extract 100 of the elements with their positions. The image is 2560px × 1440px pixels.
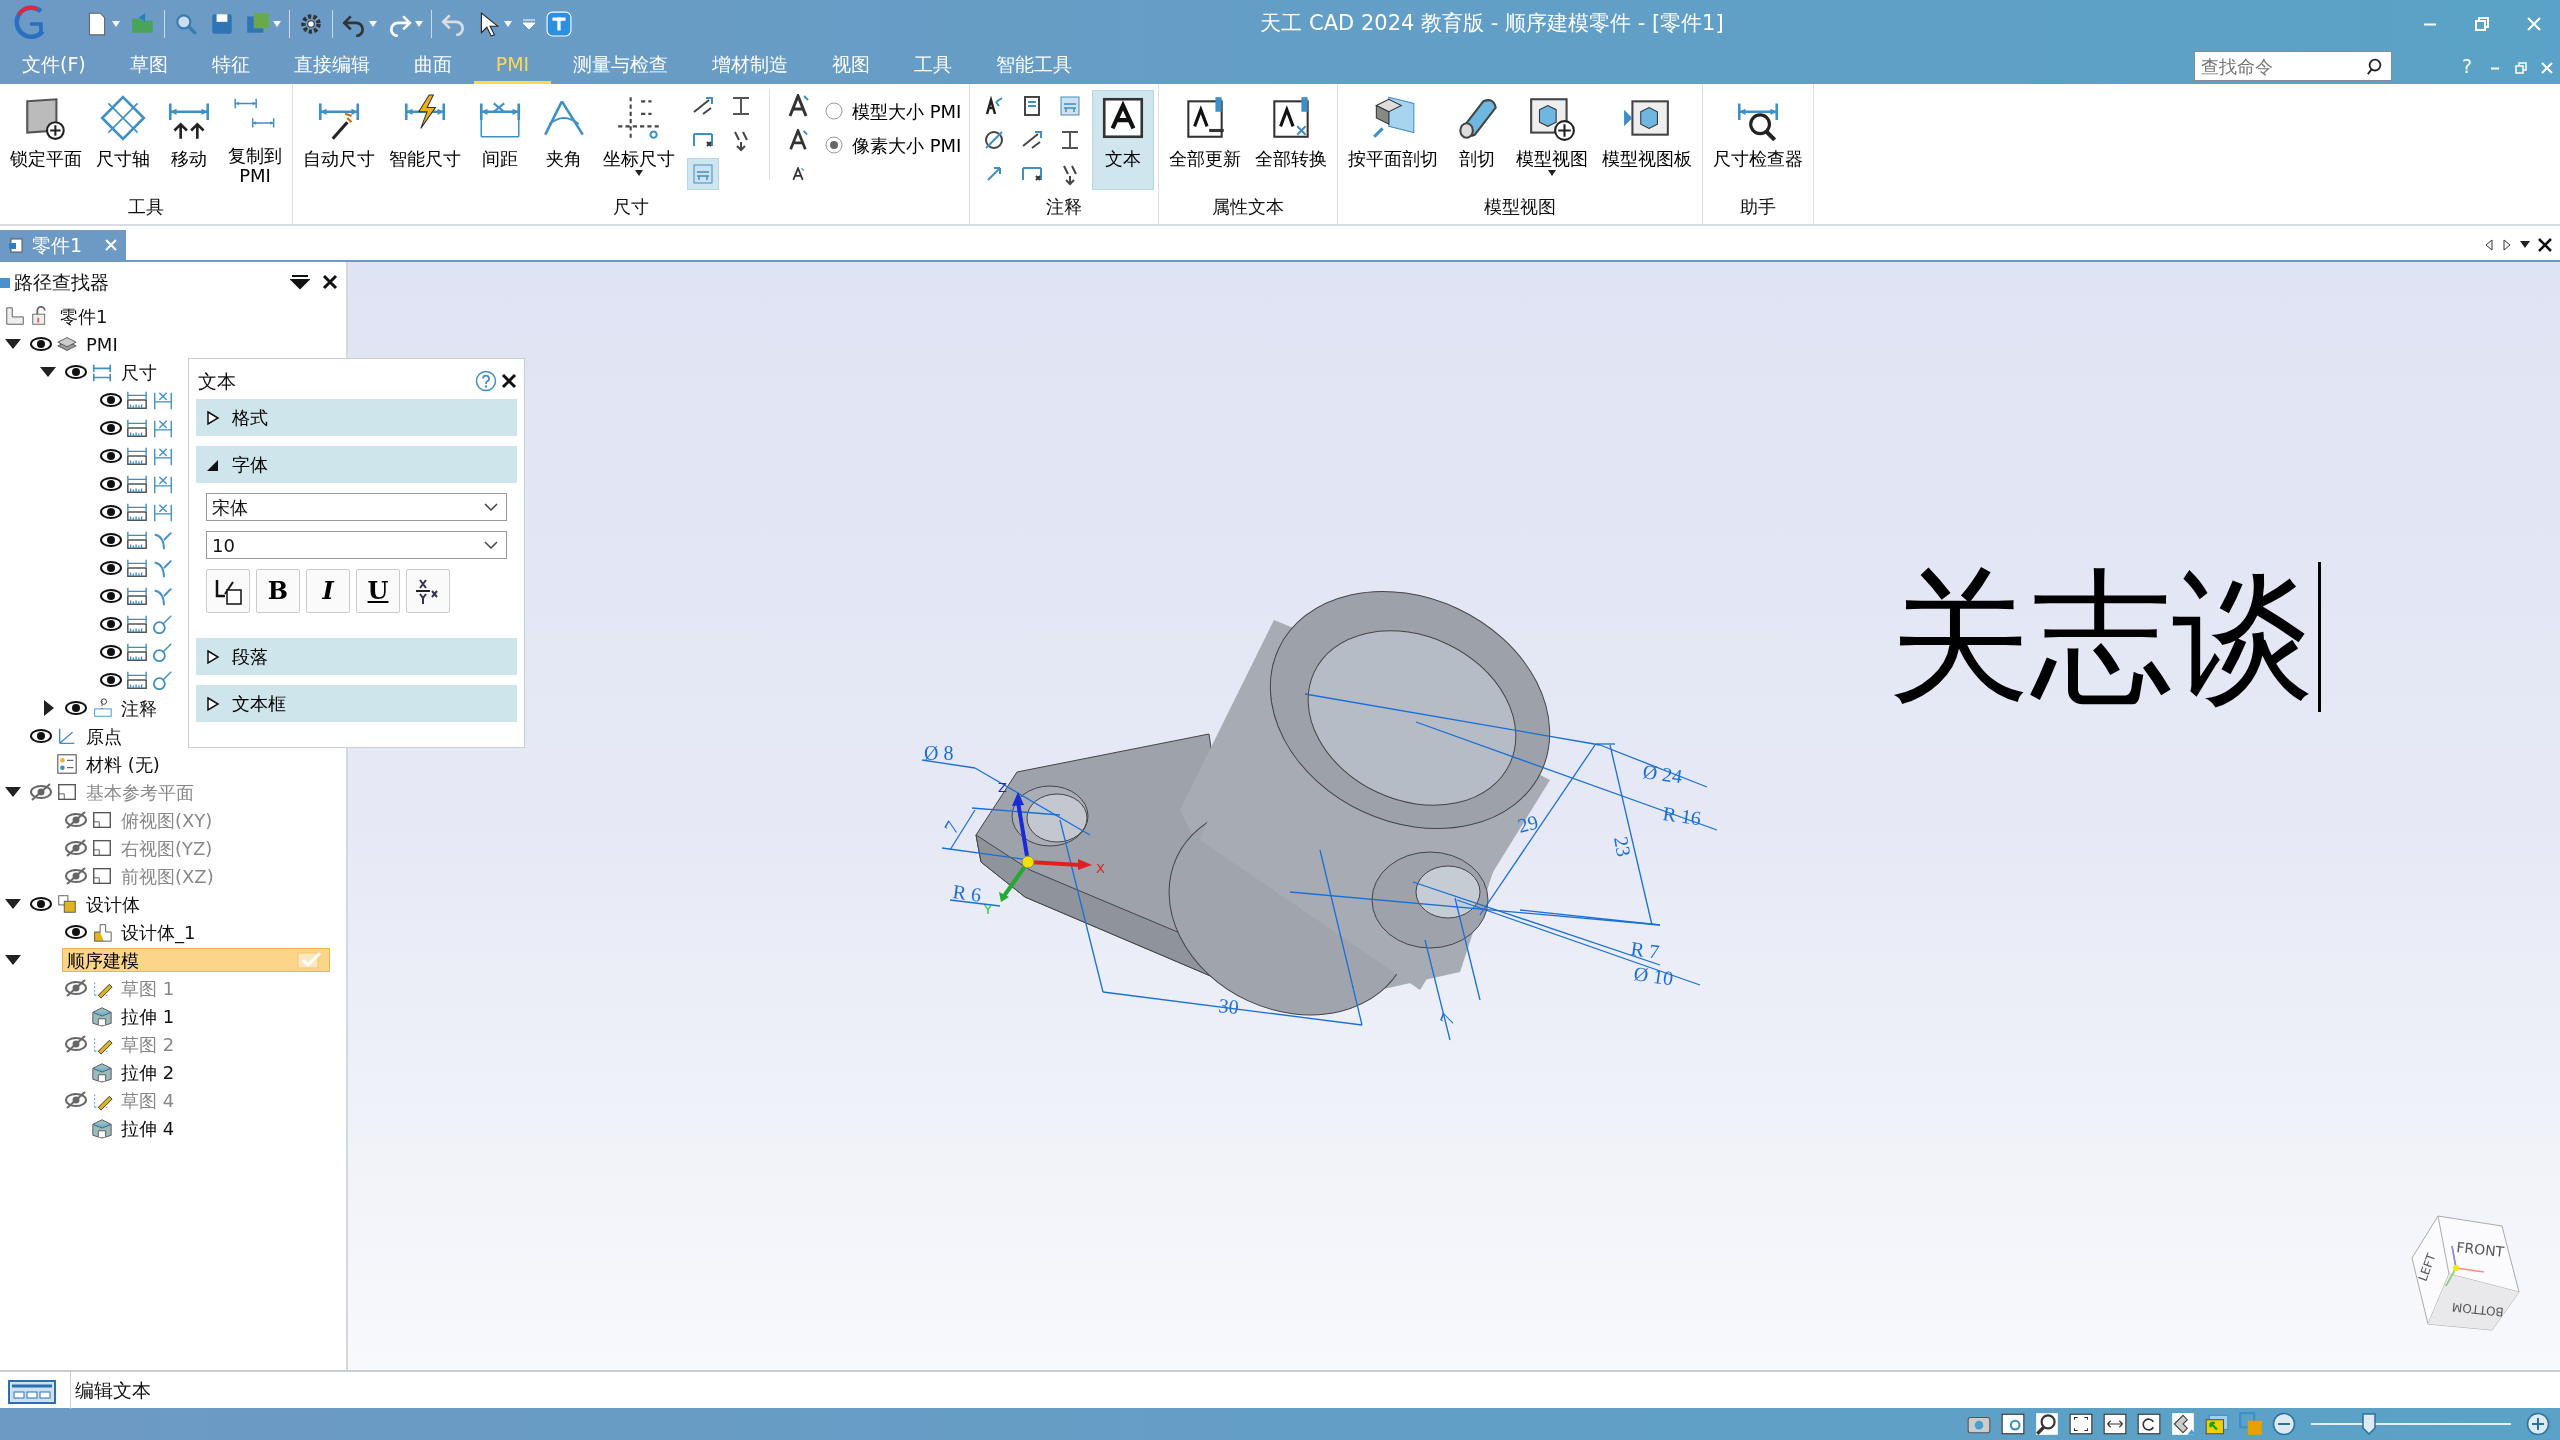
ribbon-button[interactable]: 文本 xyxy=(1092,90,1155,190)
ribbon-button[interactable]: 智能尺寸 xyxy=(383,90,467,190)
group-label: 助手 xyxy=(1739,195,1778,219)
ruler-icon xyxy=(126,585,148,607)
tree-item[interactable]: 草图 2 xyxy=(119,1030,177,1058)
italic-button[interactable]: I xyxy=(306,569,350,613)
ribbon-button[interactable]: 自动尺寸 xyxy=(297,90,381,190)
ribbon-button[interactable]: 坐标尺寸 xyxy=(597,90,681,190)
solid-icon xyxy=(91,1005,113,1027)
view-tool-button[interactable] xyxy=(2136,1411,2162,1437)
tree-item[interactable]: 右视图(YZ) xyxy=(119,834,215,862)
pin-icon xyxy=(290,272,310,292)
group-label: 尺寸 xyxy=(612,195,651,219)
dimension-label: Ø 24 xyxy=(1641,760,1684,788)
font-size-icon xyxy=(786,94,810,118)
part-file-icon xyxy=(8,237,24,253)
tree-item[interactable]: 尺寸 xyxy=(119,358,159,386)
ribbon-button[interactable]: 移动 xyxy=(158,90,220,190)
ruler-icon xyxy=(126,557,148,579)
check-icon xyxy=(297,950,323,970)
tree-item[interactable]: 顺序建模 xyxy=(62,948,330,972)
tree-item[interactable]: 草图 4 xyxy=(119,1086,177,1114)
window-zoom-icon xyxy=(2000,1411,2026,1437)
view-tool-button[interactable] xyxy=(2000,1411,2026,1437)
dimension-label: 23 xyxy=(1610,834,1636,859)
zoom-out-button[interactable] xyxy=(2272,1412,2296,1436)
ribbon-button[interactable]: 全部更新 xyxy=(1163,90,1248,190)
ribbon-button[interactable]: 模型视图 xyxy=(1510,90,1595,190)
tree-item[interactable]: 拉伸 4 xyxy=(119,1114,177,1142)
ruler-icon xyxy=(126,529,148,551)
caret-icon xyxy=(2520,241,2530,249)
close-icon xyxy=(2526,16,2542,32)
slider-thumb[interactable] xyxy=(2361,1413,2376,1435)
view-tool-button[interactable] xyxy=(2034,1411,2060,1437)
ribbon-button[interactable]: 模型视图板 xyxy=(1596,90,1699,190)
tree-item[interactable]: 材料 (无) xyxy=(84,750,162,778)
panel-title: 文本 xyxy=(198,368,236,394)
leader-icon xyxy=(1020,128,1045,152)
help-icon xyxy=(475,370,497,392)
tree-item[interactable]: PMI xyxy=(84,330,120,358)
char-style-button[interactable] xyxy=(206,569,250,613)
plus-icon xyxy=(2526,1412,2550,1436)
ribbon-button[interactable]: 间距 xyxy=(469,90,531,190)
layers-icon xyxy=(2238,1411,2264,1437)
size-dropdown[interactable]: 10 xyxy=(206,531,507,559)
window-title: 天工 CAD 2024 教育版 - 顺序建模零件 - [零件1] xyxy=(1259,10,1725,38)
ribbon-button[interactable]: 复制到 PMI xyxy=(222,90,288,190)
tree-item[interactable]: 设计体 xyxy=(84,890,142,918)
font-size-icon xyxy=(787,129,809,151)
radio-option[interactable]: 像素大小 PMI xyxy=(820,128,966,162)
tree-item[interactable]: 前视图(XZ) xyxy=(119,862,216,890)
ribbon-button[interactable]: 尺寸轴 xyxy=(90,90,156,190)
circle-icon xyxy=(152,613,174,635)
group-label: 模型视图 xyxy=(1483,195,1558,219)
plane-icon xyxy=(91,809,113,831)
tree-item[interactable]: 零件1 xyxy=(58,302,110,330)
plane-icon xyxy=(56,781,78,803)
tree-item[interactable]: 草图 1 xyxy=(119,974,177,1002)
section-header[interactable]: 段落 xyxy=(196,638,517,675)
ruler-icon xyxy=(126,613,148,635)
section-header[interactable]: 格式 xyxy=(196,399,517,436)
minimize-icon xyxy=(2422,22,2438,26)
arc-icon xyxy=(152,557,174,579)
panel-title: 路径查找器 xyxy=(14,269,110,295)
font-dropdown[interactable]: 宋体 xyxy=(206,493,507,521)
underline-button[interactable]: U xyxy=(356,569,400,613)
search-field[interactable]: 查找命令 xyxy=(2193,51,2392,81)
fit-icon xyxy=(2068,1411,2094,1437)
tree-item[interactable]: 注释 xyxy=(119,694,159,722)
view-tool-button[interactable] xyxy=(2068,1411,2094,1437)
section-header[interactable]: 文本框 xyxy=(196,685,517,722)
tree-item[interactable]: 拉伸 2 xyxy=(119,1058,177,1086)
tree-item[interactable]: 拉伸 1 xyxy=(119,1002,177,1030)
chevron-icon xyxy=(484,540,498,550)
view-tool-button[interactable] xyxy=(2102,1411,2128,1437)
tree-item[interactable]: 俯视图(XY) xyxy=(119,806,215,834)
dimension-label: R 16 xyxy=(1661,802,1703,830)
ribbon-button[interactable]: 尺寸检查器 xyxy=(1707,90,1810,190)
arc-icon xyxy=(152,529,174,551)
tree-item[interactable]: 原点 xyxy=(84,722,124,750)
solid-icon xyxy=(91,1117,113,1139)
group-label: 属性文本 xyxy=(1211,195,1286,219)
save-icon xyxy=(209,11,235,37)
dimension-label: R 6 xyxy=(951,880,983,906)
material-icon xyxy=(56,753,78,775)
ribbon-button[interactable]: 剖切 xyxy=(1446,90,1509,190)
bold-button[interactable]: B xyxy=(256,569,300,613)
close-icon xyxy=(2538,238,2552,252)
ribbon-button[interactable]: 锁定平面 xyxy=(4,90,88,190)
tree-item[interactable]: 基本参考平面 xyxy=(84,778,196,806)
caret-icon xyxy=(415,21,423,27)
zoom-in-button[interactable] xyxy=(2526,1412,2550,1436)
ribbon-button[interactable]: 全部转换 xyxy=(1249,90,1334,190)
section-header[interactable]: 字体 xyxy=(196,446,517,483)
tree-item[interactable]: 设计体_1 xyxy=(119,918,198,946)
ribbon-button[interactable]: 按平面剖切 xyxy=(1342,90,1445,190)
caret-icon xyxy=(504,21,512,27)
ribbon-button[interactable]: 夹角 xyxy=(533,90,595,190)
stack-fraction-button[interactable] xyxy=(406,569,450,613)
radio-option[interactable]: 模型大小 PMI xyxy=(820,94,966,128)
